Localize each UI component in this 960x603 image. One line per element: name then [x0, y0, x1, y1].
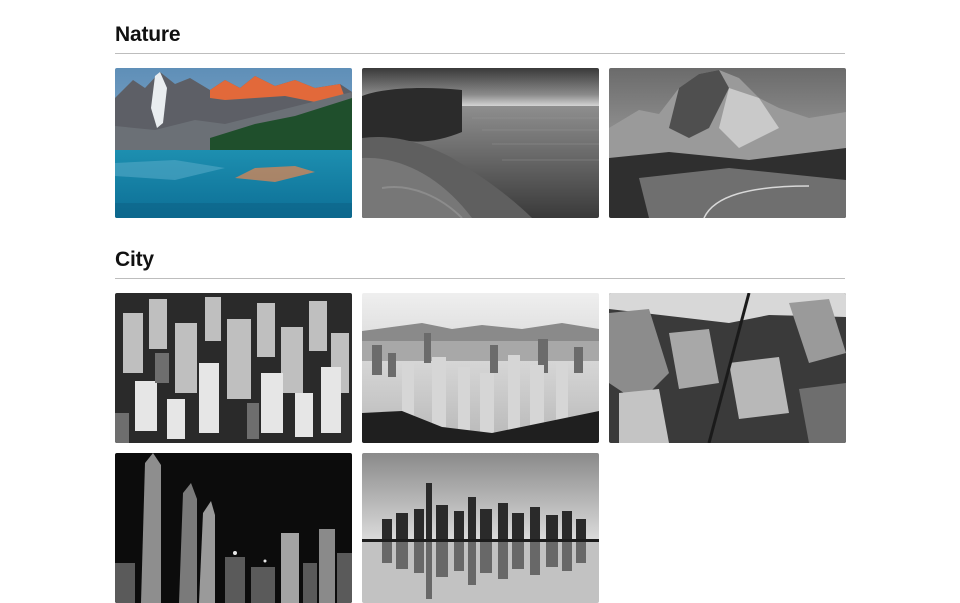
photo-aerial-city[interactable] — [115, 293, 352, 443]
aerial-downtown-image — [609, 293, 846, 443]
photo-city-skyline-hills[interactable] — [362, 293, 599, 443]
section-divider — [115, 278, 845, 279]
photo-rocky-mountain[interactable] — [609, 68, 846, 218]
photo-night-skyscrapers[interactable] — [115, 453, 352, 603]
section-nature: Nature — [115, 22, 846, 218]
night-skyscrapers-image — [115, 453, 352, 603]
city-skyline-hills-image — [362, 293, 599, 443]
rocky-mountain-image — [609, 68, 846, 218]
sea-cliff-image — [362, 68, 599, 218]
section-city: City — [115, 247, 846, 603]
photo-grid — [115, 68, 846, 218]
photo-grid — [115, 293, 846, 603]
mountain-lake-image — [115, 68, 352, 218]
section-title: Nature — [115, 23, 181, 46]
aerial-city-image — [115, 293, 352, 443]
skyline-reflection-image — [362, 453, 599, 603]
photo-mountain-lake[interactable] — [115, 68, 352, 218]
photo-aerial-downtown[interactable] — [609, 293, 846, 443]
section-divider — [115, 53, 845, 54]
photo-skyline-reflection[interactable] — [362, 453, 599, 603]
photo-sea-cliff[interactable] — [362, 68, 599, 218]
gallery: Nature City — [115, 0, 846, 603]
section-title: City — [115, 248, 154, 271]
